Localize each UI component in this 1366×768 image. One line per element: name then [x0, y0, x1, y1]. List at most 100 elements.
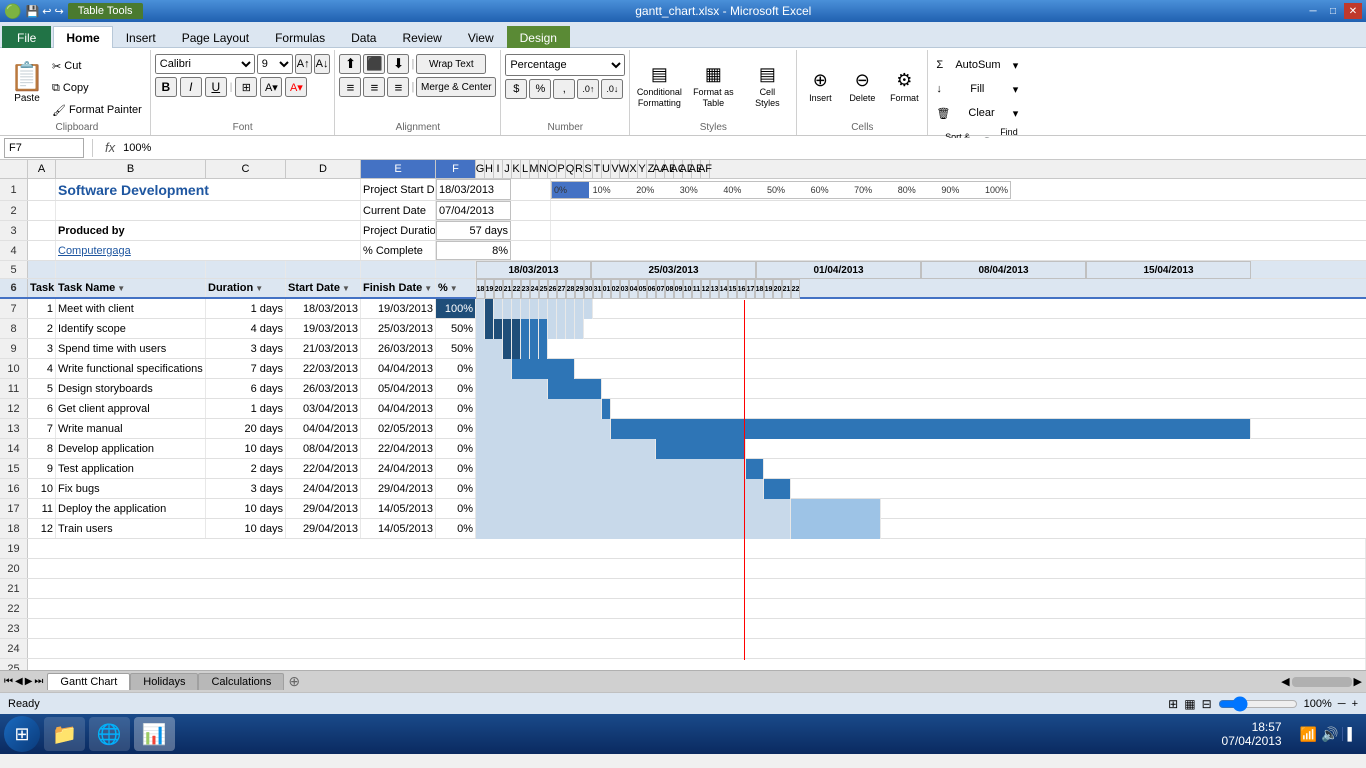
cell-D9[interactable]: 21/03/2013: [286, 339, 361, 358]
wrap-text-button[interactable]: Wrap Text: [416, 54, 486, 74]
tab-review[interactable]: Review: [389, 26, 454, 48]
fill-color-button[interactable]: A▾: [260, 77, 282, 97]
cell-B5[interactable]: [56, 261, 206, 278]
cell-D17[interactable]: 29/04/2013: [286, 499, 361, 518]
cell-C8[interactable]: 4 days: [206, 319, 286, 338]
maximize-button[interactable]: □: [1324, 3, 1342, 19]
cell-F10[interactable]: 0%: [436, 359, 476, 378]
cell-D15[interactable]: 22/04/2013: [286, 459, 361, 478]
cell-D18[interactable]: 29/04/2013: [286, 519, 361, 538]
cell-F11[interactable]: 0%: [436, 379, 476, 398]
cell-F17[interactable]: 0%: [436, 499, 476, 518]
col-header-O[interactable]: O: [548, 160, 557, 178]
minimize-button[interactable]: ─: [1304, 3, 1322, 19]
cell-A10[interactable]: 4: [28, 359, 56, 378]
cell-E5[interactable]: [361, 261, 436, 278]
tab-file[interactable]: File: [2, 26, 51, 48]
cell-F7[interactable]: 100%: [436, 299, 476, 318]
conditional-formatting-button[interactable]: ▤ Conditional Formatting: [634, 56, 684, 116]
zoom-decrease-button[interactable]: ─: [1338, 698, 1346, 710]
cell-C16[interactable]: 3 days: [206, 479, 286, 498]
cell-E16[interactable]: 29/04/2013: [361, 479, 436, 498]
next-sheet-button[interactable]: ▶: [25, 676, 33, 687]
cell-F1[interactable]: [511, 179, 551, 200]
col-header-I[interactable]: I: [494, 160, 503, 178]
cell-B16[interactable]: Fix bugs: [56, 479, 206, 498]
cell-A9[interactable]: 3: [28, 339, 56, 358]
cell-A1[interactable]: [28, 179, 56, 200]
cell-D16[interactable]: 24/04/2013: [286, 479, 361, 498]
cut-button[interactable]: ✂ Cut: [48, 56, 146, 76]
tab-design[interactable]: Design: [507, 26, 570, 48]
cell-E10[interactable]: 04/04/2013: [361, 359, 436, 378]
cell-F15[interactable]: 0%: [436, 459, 476, 478]
cell-D2[interactable]: Current Date: [361, 201, 436, 220]
cell-D4[interactable]: % Complete: [361, 241, 436, 260]
cell-E11[interactable]: 05/04/2013: [361, 379, 436, 398]
cell-A7[interactable]: 1: [28, 299, 56, 318]
tab-view[interactable]: View: [455, 26, 507, 48]
scroll-right-button[interactable]: ▶: [1354, 675, 1362, 688]
bold-button[interactable]: B: [155, 77, 177, 97]
cell-C5[interactable]: [206, 261, 286, 278]
col-header-G[interactable]: G: [476, 160, 485, 178]
cell-E4[interactable]: 8%: [436, 241, 511, 260]
cell-E1[interactable]: 18/03/2013: [436, 179, 511, 200]
header-taskid[interactable]: Task ID ▼: [28, 279, 56, 297]
horizontal-scrollbar[interactable]: ◀ ▶: [1281, 675, 1366, 688]
col-header-D[interactable]: D: [286, 160, 361, 178]
header-taskname[interactable]: Task Name ▼: [56, 279, 206, 297]
fill-button[interactable]: ↓Fill▾: [932, 78, 1022, 100]
zoom-slider[interactable]: [1218, 698, 1298, 710]
cell-C13[interactable]: 20 days: [206, 419, 286, 438]
cell-D1[interactable]: Project Start Date: [361, 179, 436, 200]
view-pagebreak-button[interactable]: ⊟: [1202, 697, 1212, 711]
cell-A2[interactable]: [28, 201, 56, 220]
cell-A4[interactable]: [28, 241, 56, 260]
copy-button[interactable]: ⧉ Copy: [48, 78, 146, 98]
cell-C12[interactable]: 1 days: [206, 399, 286, 418]
col-header-X[interactable]: X: [629, 160, 638, 178]
cell-A13[interactable]: 7: [28, 419, 56, 438]
window-controls[interactable]: ─ □ ✕: [1304, 3, 1362, 19]
cell-B4[interactable]: Computergaga: [56, 241, 361, 260]
cell-A14[interactable]: 8: [28, 439, 56, 458]
decrease-font-button[interactable]: A↓: [314, 54, 331, 74]
sheet-tab-gantt-chart[interactable]: Gantt Chart: [47, 673, 130, 690]
format-button[interactable]: ⚙ Format: [885, 56, 923, 116]
col-header-A[interactable]: A: [28, 160, 56, 178]
cell-C17[interactable]: 10 days: [206, 499, 286, 518]
cell-F9[interactable]: 50%: [436, 339, 476, 358]
cell-D7[interactable]: 18/03/2013: [286, 299, 361, 318]
cell-E15[interactable]: 24/04/2013: [361, 459, 436, 478]
font-color-button[interactable]: A▾: [285, 77, 307, 97]
col-header-AF[interactable]: AF: [701, 160, 710, 178]
cell-F13[interactable]: 0%: [436, 419, 476, 438]
col-header-F[interactable]: F: [436, 160, 476, 178]
cell-C9[interactable]: 3 days: [206, 339, 286, 358]
cell-B8[interactable]: Identify scope: [56, 319, 206, 338]
col-header-R[interactable]: R: [575, 160, 584, 178]
cell-E13[interactable]: 02/05/2013: [361, 419, 436, 438]
autosum-button[interactable]: ΣAutoSum▾: [932, 54, 1022, 76]
chrome-button[interactable]: 🌐: [89, 717, 130, 751]
prev-sheet-button[interactable]: ◀: [15, 676, 23, 687]
col-header-S[interactable]: S: [584, 160, 593, 178]
start-button[interactable]: ⊞: [4, 716, 40, 752]
sheet-tab-calculations[interactable]: Calculations: [198, 673, 284, 690]
cell-A3[interactable]: [28, 221, 56, 240]
align-center-button[interactable]: ≡: [363, 77, 385, 97]
cell-B17[interactable]: Deploy the application: [56, 499, 206, 518]
tab-insert[interactable]: Insert: [113, 26, 169, 48]
cell-A15[interactable]: 9: [28, 459, 56, 478]
insert-button[interactable]: ⊕ Insert: [801, 56, 839, 116]
header-pct[interactable]: % ▼: [436, 279, 476, 297]
col-header-N[interactable]: N: [539, 160, 548, 178]
cell-B3[interactable]: Produced by: [56, 221, 361, 240]
percent-button[interactable]: %: [529, 79, 551, 99]
header-startdate[interactable]: Start Date ▼: [286, 279, 361, 297]
cell-D5[interactable]: [286, 261, 361, 278]
col-header-K[interactable]: K: [512, 160, 521, 178]
sheet-nav-buttons[interactable]: ⏮ ◀ ▶ ⏭: [0, 676, 47, 687]
cell-B1[interactable]: Software Development: [56, 179, 361, 200]
